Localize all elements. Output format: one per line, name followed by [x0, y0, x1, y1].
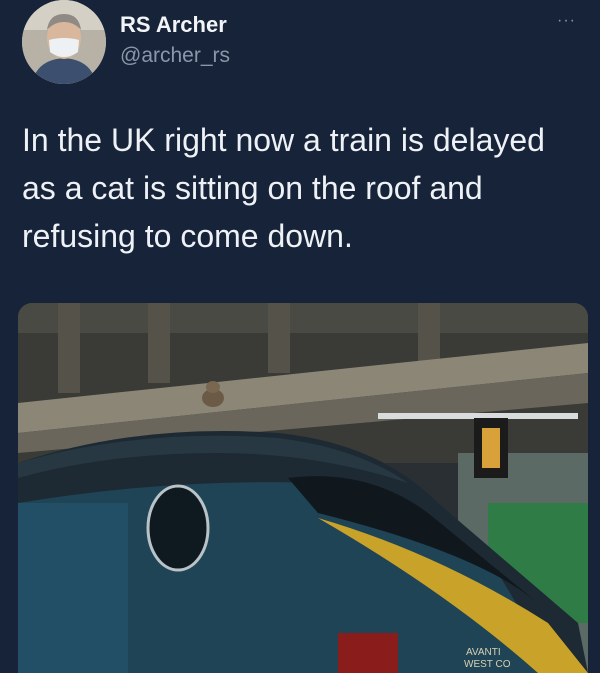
tweet-photo[interactable]: AVANTI WEST CO	[18, 303, 588, 673]
user-handle[interactable]: @archer_rs	[120, 44, 230, 68]
train-livery-text: AVANTI	[466, 647, 501, 658]
tweet-text: In the UK right now a train is delayed a…	[22, 122, 545, 254]
more-options-icon[interactable]: ···	[557, 12, 576, 30]
avatar[interactable]	[22, 0, 106, 84]
avatar-image	[22, 0, 106, 84]
display-name[interactable]: RS Archer	[120, 12, 227, 38]
train-photo: AVANTI WEST CO	[18, 303, 588, 673]
train-livery-text-2: WEST CO	[464, 659, 511, 670]
